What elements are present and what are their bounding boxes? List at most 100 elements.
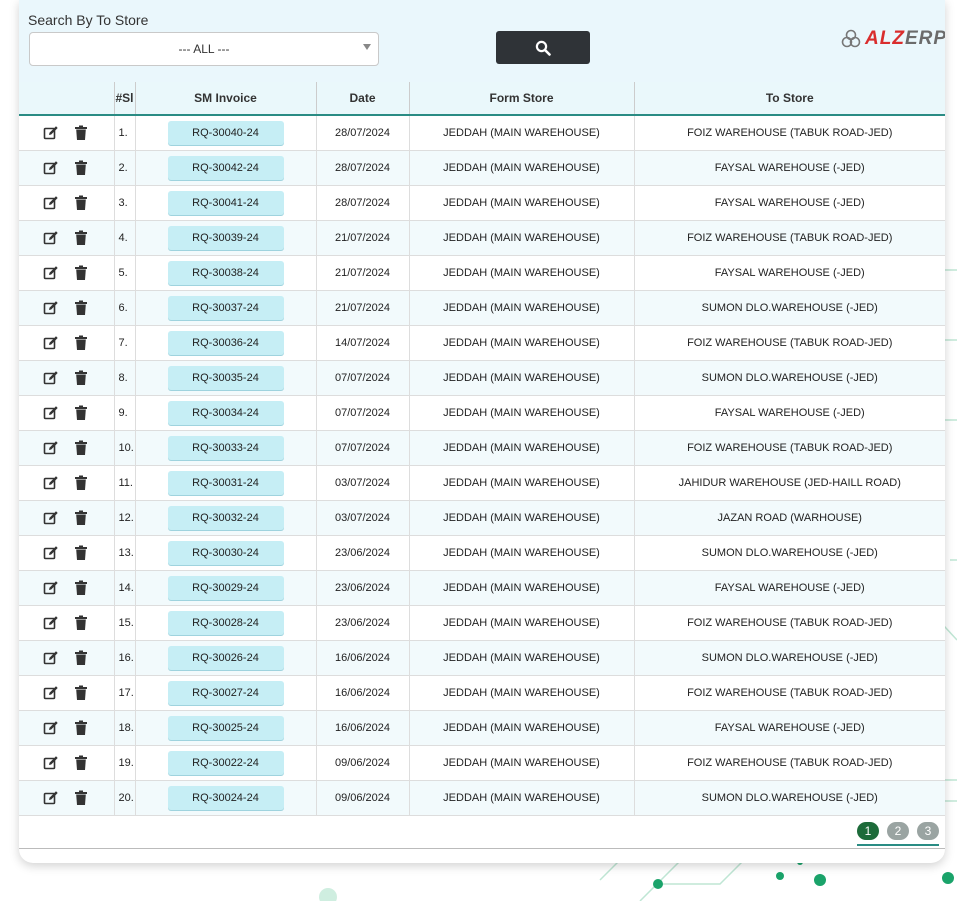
row-date: 09/06/2024 xyxy=(316,745,410,781)
trash-icon[interactable] xyxy=(73,510,89,526)
trash-icon[interactable] xyxy=(73,580,89,596)
page-button-2[interactable]: 2 xyxy=(887,822,909,840)
row-invoice-cell: RQ-30041-24 xyxy=(135,185,317,221)
row-actions xyxy=(19,640,115,676)
table-row: 19. RQ-30022-24 09/06/2024 JEDDAH (MAIN WAR… xyxy=(19,745,945,781)
edit-icon[interactable] xyxy=(43,125,59,141)
trash-icon[interactable] xyxy=(73,720,89,736)
row-date: 16/06/2024 xyxy=(316,675,410,711)
edit-icon[interactable] xyxy=(43,160,59,176)
trash-icon[interactable] xyxy=(73,545,89,561)
edit-icon[interactable] xyxy=(43,510,59,526)
trash-icon[interactable] xyxy=(73,475,89,491)
edit-icon[interactable] xyxy=(43,790,59,806)
edit-icon[interactable] xyxy=(43,370,59,386)
row-actions xyxy=(19,430,115,466)
trash-icon[interactable] xyxy=(73,265,89,281)
edit-icon[interactable] xyxy=(43,300,59,316)
invoice-button[interactable]: RQ-30027-24 xyxy=(167,681,284,705)
invoice-button[interactable]: RQ-30031-24 xyxy=(167,471,284,495)
invoice-button[interactable]: RQ-30035-24 xyxy=(167,366,284,390)
trash-icon[interactable] xyxy=(73,125,89,141)
row-sl: 2. xyxy=(114,150,136,186)
row-date: 03/07/2024 xyxy=(316,465,410,501)
row-to-store: FOIZ WAREHOUSE (TABUK ROAD-JED) xyxy=(634,745,945,781)
edit-icon[interactable] xyxy=(43,475,59,491)
invoice-button[interactable]: RQ-30022-24 xyxy=(167,751,284,775)
row-to-store: FOIZ WAREHOUSE (TABUK ROAD-JED) xyxy=(634,430,945,466)
row-from-store: JEDDAH (MAIN WAREHOUSE) xyxy=(409,780,635,816)
invoice-button[interactable]: RQ-30032-24 xyxy=(167,506,284,530)
invoice-button[interactable]: RQ-30038-24 xyxy=(167,261,284,285)
edit-icon[interactable] xyxy=(43,265,59,281)
invoice-button[interactable]: RQ-30037-24 xyxy=(167,296,284,320)
search-button[interactable] xyxy=(496,31,590,64)
invoice-button[interactable]: RQ-30026-24 xyxy=(167,646,284,670)
row-from-store: JEDDAH (MAIN WAREHOUSE) xyxy=(409,395,635,431)
edit-icon[interactable] xyxy=(43,615,59,631)
table-row: 9. RQ-30034-24 07/07/2024 JEDDAH (MAIN WARE… xyxy=(19,395,945,431)
invoice-button[interactable]: RQ-30039-24 xyxy=(167,226,284,250)
trash-icon[interactable] xyxy=(73,300,89,316)
edit-icon[interactable] xyxy=(43,195,59,211)
table-row: 3. RQ-30041-24 28/07/2024 JEDDAH (MAIN WARE… xyxy=(19,185,945,221)
invoice-button[interactable]: RQ-30036-24 xyxy=(167,331,284,355)
trash-icon[interactable] xyxy=(73,160,89,176)
to-store-select[interactable]: --- ALL --- xyxy=(29,32,379,66)
row-invoice-cell: RQ-30031-24 xyxy=(135,465,317,501)
trash-icon[interactable] xyxy=(73,370,89,386)
row-sl: 7. xyxy=(114,325,136,361)
search-icon xyxy=(535,40,551,56)
row-to-store: FOIZ WAREHOUSE (TABUK ROAD-JED) xyxy=(634,605,945,641)
edit-icon[interactable] xyxy=(43,545,59,561)
invoice-button[interactable]: RQ-30041-24 xyxy=(167,191,284,215)
trash-icon[interactable] xyxy=(73,335,89,351)
invoice-button[interactable]: RQ-30042-24 xyxy=(167,156,284,180)
trash-icon[interactable] xyxy=(73,650,89,666)
page-button-3[interactable]: 3 xyxy=(917,822,939,840)
invoice-button[interactable]: RQ-30034-24 xyxy=(167,401,284,425)
trash-icon[interactable] xyxy=(73,755,89,771)
invoice-button[interactable]: RQ-30028-24 xyxy=(167,611,284,635)
edit-icon[interactable] xyxy=(43,335,59,351)
invoice-button[interactable]: RQ-30025-24 xyxy=(167,716,284,740)
trash-icon[interactable] xyxy=(73,195,89,211)
logo-mark-icon xyxy=(841,29,861,48)
invoice-button[interactable]: RQ-30029-24 xyxy=(167,576,284,600)
row-to-store: FAYSAL WAREHOUSE (-JED) xyxy=(634,185,945,221)
trash-icon[interactable] xyxy=(73,615,89,631)
invoice-button[interactable]: RQ-30033-24 xyxy=(167,436,284,460)
edit-icon[interactable] xyxy=(43,440,59,456)
table-row: 4. RQ-30039-24 21/07/2024 JEDDAH (MAIN WARE… xyxy=(19,220,945,256)
edit-icon[interactable] xyxy=(43,230,59,246)
row-actions xyxy=(19,255,115,291)
edit-icon[interactable] xyxy=(43,720,59,736)
invoice-button[interactable]: RQ-30024-24 xyxy=(167,786,284,810)
table-row: 11. RQ-30031-24 03/07/2024 JEDDAH (MAIN WAR… xyxy=(19,465,945,501)
row-to-store: FAYSAL WAREHOUSE (-JED) xyxy=(634,255,945,291)
invoice-button[interactable]: RQ-30040-24 xyxy=(167,121,284,145)
col-sl-header: #Sl xyxy=(114,82,136,116)
transfer-table: #Sl SM Invoice Date Form Store To Store … xyxy=(19,82,945,816)
trash-icon[interactable] xyxy=(73,685,89,701)
trash-icon[interactable] xyxy=(73,440,89,456)
trash-icon[interactable] xyxy=(73,405,89,421)
edit-icon[interactable] xyxy=(43,685,59,701)
page-button-1[interactable]: 1 xyxy=(857,822,879,840)
row-to-store: JAZAN ROAD (WARHOUSE) xyxy=(634,500,945,536)
edit-icon[interactable] xyxy=(43,580,59,596)
edit-icon[interactable] xyxy=(43,650,59,666)
edit-icon[interactable] xyxy=(43,755,59,771)
row-to-store: JAHIDUR WAREHOUSE (JED-HAILL ROAD) xyxy=(634,465,945,501)
row-date: 03/07/2024 xyxy=(316,500,410,536)
table-row: 15. RQ-30028-24 23/06/2024 JEDDAH (MAIN WAR… xyxy=(19,605,945,641)
row-from-store: JEDDAH (MAIN WAREHOUSE) xyxy=(409,430,635,466)
trash-icon[interactable] xyxy=(73,230,89,246)
invoice-button[interactable]: RQ-30030-24 xyxy=(167,541,284,565)
edit-icon[interactable] xyxy=(43,405,59,421)
search-label: Search By To Store xyxy=(28,12,149,28)
row-actions xyxy=(19,115,115,151)
row-actions xyxy=(19,185,115,221)
search-panel: Search By To Store --- ALL --- ALZERP xyxy=(19,0,945,83)
trash-icon[interactable] xyxy=(73,790,89,806)
